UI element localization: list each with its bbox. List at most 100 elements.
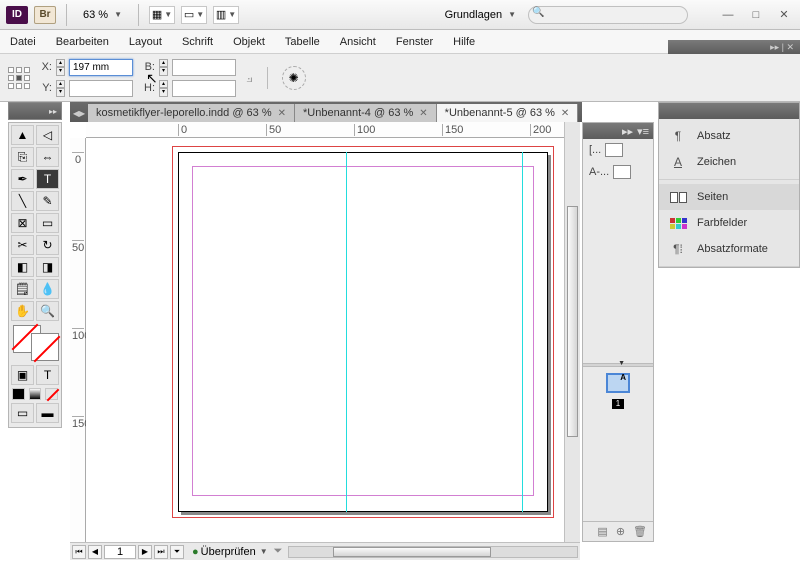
fill-stroke-swatch[interactable] [11, 323, 61, 363]
menu-objekt[interactable]: Objekt [233, 36, 265, 48]
close-tab-icon[interactable]: ✕ [278, 108, 286, 119]
panel-btn-label: Absatzformate [697, 243, 768, 255]
right-dock-header[interactable]: ▸▸ | ✕ [668, 40, 800, 54]
panel-btn-absatz[interactable]: ¶Absatz [659, 123, 799, 149]
panel-btn-farbfelder[interactable]: Farbfelder [659, 210, 799, 236]
delete-page-icon[interactable]: 🗑 [633, 525, 647, 538]
constrain-proportions-icon[interactable]: ⟓ [246, 69, 253, 86]
apply-gradient-icon[interactable] [29, 388, 42, 400]
horizontal-ruler[interactable]: 0 50 100 150 200 [86, 122, 580, 138]
zoom-level-dropdown[interactable]: 63 %▼ [77, 7, 128, 23]
status-bar: ⏮ ◀ 1 ▶ ⏭ ⏷ ● Überprüfen ▼ ⏷ [70, 542, 580, 560]
formatting-container-icon[interactable]: ▣ [11, 365, 34, 385]
gradient-feather-tool[interactable]: ◨ [36, 257, 59, 277]
page-tool[interactable]: ⎘ [11, 147, 34, 167]
master-a-row[interactable]: A-... [583, 161, 653, 183]
prev-page-button[interactable]: ◀ [88, 545, 102, 559]
menu-layout[interactable]: Layout [129, 36, 162, 48]
eyedropper-tool[interactable]: 💧 [36, 279, 59, 299]
rectangle-frame-tool[interactable]: ⊠ [11, 213, 34, 233]
doc-tab-2[interactable]: *Unbenannt-4 @ 63 %✕ [295, 104, 437, 122]
maximize-icon[interactable]: □ [746, 8, 766, 22]
panel-splitter[interactable] [583, 363, 653, 367]
panel-btn-absatzformate[interactable]: ¶⁞Absatzformate [659, 236, 799, 262]
apply-color-icon[interactable] [12, 388, 25, 400]
panel-btn-zeichen[interactable]: AZeichen [659, 149, 799, 175]
y-field[interactable] [69, 80, 133, 97]
line-tool[interactable]: ╲ [11, 191, 34, 211]
menu-ansicht[interactable]: Ansicht [340, 36, 376, 48]
pages-panel: ▸▸▾≡ [... A-... A 1 ▤ ⊕ 🗑 [582, 122, 654, 542]
first-page-button[interactable]: ⏮ [72, 545, 86, 559]
last-page-button[interactable]: ⏭ [154, 545, 168, 559]
w-stepper[interactable]: ▴▾ [159, 59, 168, 76]
x-stepper[interactable]: ▴▾ [56, 59, 65, 76]
master-none-row[interactable]: [... [583, 139, 653, 161]
free-transform-tool[interactable]: ↻ [36, 235, 59, 255]
x-field[interactable] [69, 59, 133, 76]
page-thumbnail[interactable]: A [606, 373, 630, 393]
workspace-switcher[interactable]: Grundlagen▼ [445, 9, 516, 21]
type-tool[interactable]: T [36, 169, 59, 189]
column-guide[interactable] [346, 152, 347, 512]
effects-icon[interactable]: ✺ [282, 66, 306, 90]
normal-view-icon[interactable]: ▭ [11, 403, 34, 423]
direct-selection-tool[interactable]: ◁ [36, 125, 59, 145]
canvas[interactable] [86, 138, 580, 542]
zoom-tool[interactable]: 🔍 [36, 301, 59, 321]
dock-header[interactable] [659, 103, 799, 119]
menu-fenster[interactable]: Fenster [396, 36, 433, 48]
gradient-swatch-tool[interactable]: ◧ [11, 257, 34, 277]
selection-tool[interactable]: ▲ [11, 125, 34, 145]
pen-tool[interactable]: ✒ [11, 169, 34, 189]
edit-page-size-icon[interactable]: ▤ [597, 525, 607, 538]
close-tab-icon[interactable]: ✕ [561, 108, 569, 119]
menu-hilfe[interactable]: Hilfe [453, 36, 475, 48]
preflight-ok-icon[interactable]: ● [192, 546, 199, 558]
horizontal-scrollbar[interactable] [288, 546, 578, 558]
note-tool[interactable]: 🗒 [11, 279, 34, 299]
menu-datei[interactable]: Datei [10, 36, 36, 48]
preview-view-icon[interactable]: ▬ [36, 403, 59, 423]
help-search-input[interactable] [528, 6, 688, 24]
arrange-docs-button[interactable]: ▥▼ [213, 6, 239, 24]
column-guide[interactable] [522, 152, 523, 512]
reference-point-selector[interactable] [8, 67, 30, 89]
close-icon[interactable]: ✕ [774, 8, 794, 22]
doc-tab-3[interactable]: *Unbenannt-5 @ 63 %✕ [437, 104, 579, 122]
page-number-field[interactable]: 1 [104, 545, 136, 559]
formatting-text-icon[interactable]: T [36, 365, 59, 385]
open-page-menu-button[interactable]: ⏷ [170, 545, 184, 559]
scissors-tool[interactable]: ✂ [11, 235, 34, 255]
apply-none-icon[interactable] [45, 388, 58, 400]
menu-tabelle[interactable]: Tabelle [285, 36, 320, 48]
preflight-label[interactable]: Überprüfen [201, 546, 256, 558]
pages-icon [669, 190, 687, 204]
panel-collapse-icon[interactable]: ▸▸ [622, 125, 633, 138]
panel-btn-seiten[interactable]: Seiten [659, 184, 799, 210]
vertical-scrollbar[interactable] [564, 122, 580, 542]
close-tab-icon[interactable]: ✕ [419, 108, 427, 119]
toolbox-header[interactable]: ▸▸ [8, 102, 62, 120]
bridge-icon[interactable]: Br [34, 6, 56, 24]
h-field[interactable] [172, 80, 236, 97]
rectangle-tool[interactable]: ▭ [36, 213, 59, 233]
view-options-button[interactable]: ▦▼ [149, 6, 175, 24]
hand-tool[interactable]: ✋ [11, 301, 34, 321]
menu-bearbeiten[interactable]: Bearbeiten [56, 36, 109, 48]
minimize-icon[interactable]: — [718, 8, 738, 22]
next-page-button[interactable]: ▶ [138, 545, 152, 559]
screen-mode-button[interactable]: ▭▼ [181, 6, 207, 24]
h-stepper[interactable]: ▴▾ [159, 80, 168, 97]
panel-menu-icon[interactable]: ▾≡ [637, 125, 649, 138]
pencil-tool[interactable]: ✎ [36, 191, 59, 211]
doc-tab-1[interactable]: kosmetikflyer-leporello.indd @ 63 %✕ [88, 104, 295, 122]
tab-scroll-left-icon[interactable]: ◀▶ [70, 104, 88, 122]
status-menu-icon[interactable]: ⏷ [274, 545, 283, 558]
w-field[interactable] [172, 59, 236, 76]
vertical-ruler[interactable]: 0 50 100 150 [70, 138, 86, 542]
new-page-icon[interactable]: ⊕ [616, 525, 625, 538]
menu-schrift[interactable]: Schrift [182, 36, 213, 48]
y-stepper[interactable]: ▴▾ [56, 80, 65, 97]
gap-tool[interactable]: ⇔ [36, 147, 59, 167]
